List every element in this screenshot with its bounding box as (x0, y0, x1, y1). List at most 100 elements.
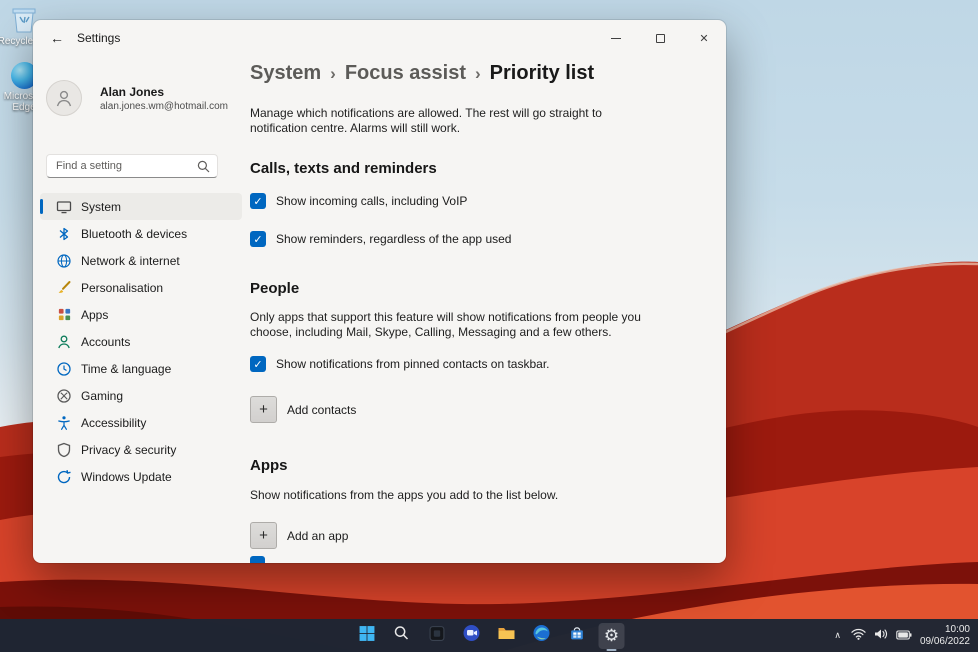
sidebar-item-label: Accessibility (81, 415, 147, 430)
display-icon (56, 199, 72, 215)
add-contacts-button[interactable]: + (250, 396, 277, 423)
clock[interactable]: 10:00 09/06/2022 (920, 624, 970, 648)
sidebar-item-label: Apps (81, 307, 109, 322)
desktop: Recycle Bin Microsoft Edge ← Settings ✕ … (0, 0, 978, 652)
sidebar-item-privacy-security[interactable]: Privacy & security (40, 436, 242, 463)
volume-icon[interactable] (874, 627, 888, 645)
taskbar-search-button[interactable] (389, 623, 415, 649)
plus-icon: + (259, 401, 268, 418)
store-bag-icon (568, 625, 585, 647)
sidebar-nav: System Bluetooth & devices Network & int… (40, 193, 242, 490)
shield-icon (56, 442, 72, 458)
bluetooth-icon (56, 226, 72, 242)
edge-icon (533, 624, 551, 647)
tray-date: 09/06/2022 (919, 635, 970, 647)
sidebar-item-label: System (81, 199, 122, 214)
apps-description: Show notifications from the apps you add… (250, 488, 559, 502)
globe-icon (56, 253, 72, 269)
checkbox-pinned-contacts[interactable]: ✓ Show notifications from pinned contact… (250, 356, 550, 372)
settings-button[interactable]: ⚙ (598, 622, 625, 649)
sidebar-item-accounts[interactable]: Accounts (40, 328, 242, 355)
sidebar-item-gaming[interactable]: Gaming (40, 382, 242, 409)
plus-icon: + (259, 527, 268, 544)
microsoft-store-button[interactable] (564, 623, 590, 649)
profile-email: alan.jones.wm@hotmail.com (100, 100, 228, 112)
breadcrumb-priority-list: Priority list (489, 62, 595, 84)
sidebar-item-personalisation[interactable]: Personalisation (40, 274, 242, 301)
sidebar-item-network-internet[interactable]: Network & internet (40, 247, 242, 274)
sidebar-item-apps[interactable]: Apps (40, 301, 242, 328)
sidebar-item-label: Accounts (81, 334, 131, 349)
sidebar-item-label: Personalisation (81, 280, 164, 295)
sidebar-item-label: Windows Update (81, 469, 172, 484)
add-contacts-row: + Add contacts (250, 396, 356, 423)
sidebar-item-windows-update[interactable]: Windows Update (40, 463, 242, 490)
avatar (46, 80, 82, 116)
search-input[interactable] (47, 155, 217, 177)
clipped-checkbox (250, 556, 265, 563)
edge-button[interactable] (529, 623, 555, 649)
section-title-apps: Apps (250, 457, 288, 474)
paintbrush-icon (56, 280, 72, 296)
checkbox-checked-icon[interactable]: ✓ (250, 231, 266, 247)
section-title-people: People (250, 280, 300, 297)
update-icon (56, 469, 72, 485)
breadcrumb: System › Focus assist › Priority list (250, 62, 594, 85)
sidebar-item-label: Time & language (81, 361, 172, 376)
window-title: Settings (77, 31, 121, 45)
sidebar-item-system[interactable]: System (40, 193, 242, 220)
settings-window: ← Settings ✕ Alan Jones alan.jones.wm@ho… (33, 20, 726, 563)
checkbox-label: Show incoming calls, including VoIP (276, 194, 468, 208)
sidebar-item-label: Network & internet (81, 253, 180, 268)
page-description: Manage which notifications are allowed. … (250, 106, 602, 135)
xbox-icon (56, 388, 72, 404)
main-content: System › Focus assist › Priority list Ma… (250, 20, 726, 563)
people-description: Only apps that support this feature will… (250, 310, 641, 339)
person-icon (56, 334, 72, 350)
chat-icon (463, 624, 481, 647)
sidebar-item-bluetooth-devices[interactable]: Bluetooth & devices (40, 220, 242, 247)
sidebar-item-label: Privacy & security (81, 442, 177, 457)
apps-grid-icon (56, 307, 72, 323)
search-icon (394, 625, 410, 646)
breadcrumb-focus-assist[interactable]: Focus assist (345, 62, 466, 85)
sidebar-item-label: Bluetooth & devices (81, 226, 188, 241)
add-contacts-label: Add contacts (287, 402, 357, 417)
windows-logo-icon (358, 625, 375, 647)
taskbar-center: ⚙ (354, 622, 625, 649)
sidebar: Alan Jones alan.jones.wm@hotmail.com Sys… (33, 56, 250, 563)
task-view-icon (428, 625, 445, 647)
battery-icon[interactable] (896, 627, 912, 645)
sidebar-item-accessibility[interactable]: Accessibility (40, 409, 242, 436)
checkbox-checked-icon[interactable]: ✓ (250, 356, 266, 372)
task-view-button[interactable] (424, 623, 450, 649)
chevron-right-icon: › (330, 64, 336, 83)
checkbox-label: Show reminders, regardless of the app us… (276, 232, 512, 246)
chat-button[interactable] (459, 623, 485, 649)
start-button[interactable] (354, 623, 380, 649)
add-app-row: + Add an app (250, 522, 348, 549)
gear-icon: ⚙ (603, 626, 620, 645)
profile[interactable]: Alan Jones alan.jones.wm@hotmail.com (46, 80, 228, 116)
tray-time: 10:00 (944, 623, 970, 635)
sidebar-item-label: Gaming (81, 388, 124, 403)
system-tray: ∧ 10:00 09/06/2022 (832, 619, 970, 652)
checkbox-incoming-calls[interactable]: ✓ Show incoming calls, including VoIP (250, 193, 467, 209)
breadcrumb-system[interactable]: System (250, 62, 321, 85)
add-app-button[interactable]: + (250, 522, 277, 549)
sidebar-item-time-language[interactable]: Time & language (40, 355, 242, 382)
profile-name: Alan Jones (100, 84, 165, 99)
wifi-icon[interactable] (851, 627, 866, 645)
clock-icon (56, 361, 72, 377)
checkbox-checked-icon[interactable]: ✓ (250, 193, 266, 209)
section-title-calls: Calls, texts and reminders (250, 160, 437, 177)
tray-chevron-up-icon[interactable]: ∧ (832, 630, 843, 641)
checkbox-label: Show notifications from pinned contacts … (276, 357, 550, 371)
file-explorer-button[interactable] (494, 623, 520, 649)
checkbox-reminders[interactable]: ✓ Show reminders, regardless of the app … (250, 231, 511, 247)
back-button[interactable]: ← (46, 27, 68, 49)
folder-icon (498, 625, 516, 646)
search-box (46, 154, 218, 178)
search-icon (197, 160, 210, 178)
taskbar: ⚙ ∧ 10:00 09/06/2022 (0, 619, 978, 652)
